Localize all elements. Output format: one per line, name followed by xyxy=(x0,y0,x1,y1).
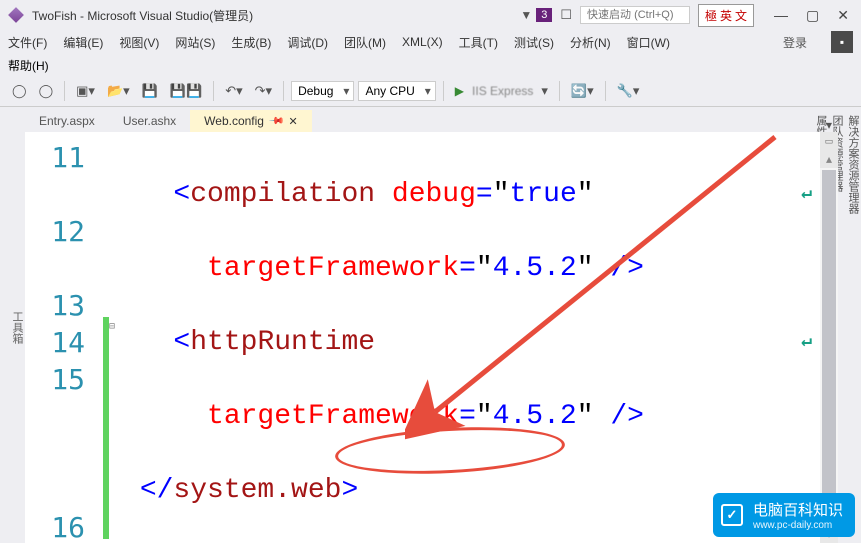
config-dropdown[interactable]: Debug xyxy=(291,81,354,101)
undo-button[interactable]: ↶▾ xyxy=(221,81,246,101)
line-number: 15 xyxy=(25,361,85,398)
menu-build[interactable]: 生成(B) xyxy=(231,34,271,51)
extra-tool-button[interactable]: 🔧▾ xyxy=(613,81,644,101)
watermark-url: www.pc-daily.com xyxy=(753,520,843,531)
content-area: 工具箱 Entry.aspx User.ashx Web.config 📌 ✕ … xyxy=(0,107,861,543)
login-link[interactable]: 登录 xyxy=(783,34,807,51)
menu-website[interactable]: 网站(S) xyxy=(175,34,215,51)
menu-test[interactable]: 测试(S) xyxy=(514,34,554,51)
save-all-button[interactable]: 💾💾 xyxy=(166,81,206,101)
line-numbers: 11 12 13 14 15 16 17 xyxy=(25,132,103,543)
save-button[interactable]: 💾 xyxy=(138,81,162,101)
wrap-arrow-icon: ↵ xyxy=(801,324,812,361)
vertical-scrollbar[interactable]: ▭ ▴ ▾ xyxy=(820,132,838,543)
scroll-up-button[interactable]: ▴ xyxy=(820,150,838,168)
tab-entry-aspx[interactable]: Entry.aspx xyxy=(25,110,109,132)
new-item-button[interactable]: ▣▾ xyxy=(72,81,99,101)
editor-tabs: Entry.aspx User.ashx Web.config 📌 ✕ ▾ xyxy=(25,107,838,132)
menubar: 文件(F) 编辑(E) 视图(V) 网站(S) 生成(B) 调试(D) 团队(M… xyxy=(0,30,861,54)
maximize-button[interactable]: ▢ xyxy=(802,5,823,26)
run-dropdown[interactable]: ▾ xyxy=(537,81,552,101)
right-panel-tabs: 解决方案资源管理器 团队资源管理器 属性 xyxy=(838,107,861,543)
watermark-title: 电脑百科知识 xyxy=(753,502,843,519)
tab-label: Web.config xyxy=(204,114,264,128)
scroll-thumb[interactable] xyxy=(822,170,836,523)
tab-web-config[interactable]: Web.config 📌 ✕ xyxy=(190,110,311,132)
feedback-icon[interactable]: ☐ xyxy=(560,7,572,23)
browser-link-button[interactable]: 🔄▾ xyxy=(567,81,598,101)
user-icon[interactable]: ▪ xyxy=(831,31,853,53)
notification-flag-icon[interactable]: ▼ xyxy=(520,8,532,22)
window-title: TwoFish - Microsoft Visual Studio(管理员) xyxy=(32,7,520,24)
menu-debug[interactable]: 调试(D) xyxy=(287,34,328,51)
menu-tools[interactable]: 工具(T) xyxy=(459,34,498,51)
run-target-label[interactable]: IIS Express xyxy=(472,84,533,98)
wrap-arrow-icon: ↵ xyxy=(801,176,812,213)
nav-forward-button[interactable]: ◯ xyxy=(35,81,58,101)
menu-team[interactable]: 团队(M) xyxy=(344,34,386,51)
pin-icon[interactable]: 📌 xyxy=(268,113,285,130)
split-view-button[interactable]: ▭ xyxy=(820,132,838,150)
line-number: 16 xyxy=(25,509,85,543)
solution-explorer-tab[interactable]: 解决方案资源管理器 xyxy=(845,111,861,543)
menu-file[interactable]: 文件(F) xyxy=(8,34,47,51)
close-tab-icon[interactable]: ✕ xyxy=(288,115,297,128)
line-number: 12 xyxy=(25,213,85,250)
start-debug-button[interactable]: ▶ xyxy=(451,82,468,100)
platform-dropdown[interactable]: Any CPU xyxy=(358,81,435,101)
line-number: 11 xyxy=(25,139,85,176)
menu-edit[interactable]: 编辑(E) xyxy=(63,34,103,51)
watermark-logo-icon xyxy=(721,504,743,526)
close-button[interactable]: ✕ xyxy=(833,5,853,26)
menubar-row2: 帮助(H) xyxy=(0,54,861,76)
tab-user-ashx[interactable]: User.ashx xyxy=(109,110,190,132)
code-text[interactable]: <compilation debug="true"↵ targetFramewo… xyxy=(123,132,820,543)
menu-xml[interactable]: XML(X) xyxy=(402,35,443,49)
change-indicator xyxy=(103,132,109,543)
menu-analyze[interactable]: 分析(N) xyxy=(570,34,611,51)
vs-logo-icon xyxy=(8,7,24,23)
toolbox-panel-tab[interactable]: 工具箱 xyxy=(0,107,25,543)
redo-button[interactable]: ↷▾ xyxy=(251,81,276,101)
nav-back-button[interactable]: ◯ xyxy=(8,81,31,101)
ime-indicator[interactable]: 極 英 文 xyxy=(698,4,754,27)
outline-collapse[interactable]: ⊟ xyxy=(109,132,123,543)
minimize-button[interactable]: — xyxy=(770,5,792,26)
quick-launch-input[interactable] xyxy=(580,6,690,24)
menu-help[interactable]: 帮助(H) xyxy=(8,57,49,74)
open-button[interactable]: 📂▾ xyxy=(103,81,134,101)
notification-count[interactable]: 3 xyxy=(536,8,552,22)
titlebar: TwoFish - Microsoft Visual Studio(管理员) ▼… xyxy=(0,0,861,30)
line-number: 13 xyxy=(25,287,85,324)
watermark-badge: 电脑百科知识 www.pc-daily.com xyxy=(713,493,855,537)
menu-window[interactable]: 窗口(W) xyxy=(627,34,670,51)
toolbar: ◯ ◯ ▣▾ 📂▾ 💾 💾💾 ↶▾ ↷▾ Debug Any CPU ▶ IIS… xyxy=(0,76,861,107)
editor-body: 11 12 13 14 15 16 17 xyxy=(25,132,838,543)
menu-view[interactable]: 视图(V) xyxy=(119,34,159,51)
line-number: 14 xyxy=(25,324,85,361)
